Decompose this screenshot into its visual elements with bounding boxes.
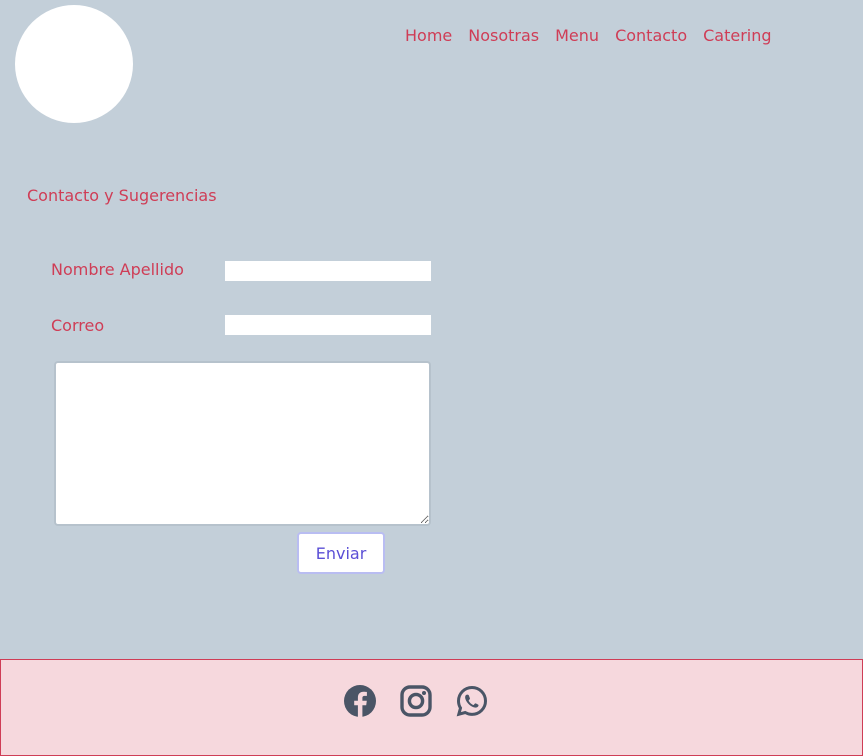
nav-item-home[interactable]: Home xyxy=(405,26,452,46)
message-textarea[interactable] xyxy=(54,361,431,526)
email-label: Correo xyxy=(51,316,105,335)
footer xyxy=(0,659,863,756)
main-nav: Home Nosotras Menu Contacto Catering xyxy=(405,26,772,46)
nav-item-menu[interactable]: Menu xyxy=(555,26,599,46)
nav-item-catering[interactable]: Catering xyxy=(703,26,771,46)
name-input[interactable] xyxy=(225,261,431,281)
nav-item-nosotras[interactable]: Nosotras xyxy=(468,26,539,46)
nav-item-contacto[interactable]: Contacto xyxy=(615,26,687,46)
whatsapp-icon[interactable] xyxy=(455,684,489,718)
submit-button[interactable]: Enviar xyxy=(297,532,385,574)
instagram-icon[interactable] xyxy=(399,684,433,718)
name-label: Nombre Apellido xyxy=(51,260,184,279)
logo xyxy=(15,5,133,123)
page-title: Contacto y Sugerencias xyxy=(27,186,217,205)
email-input[interactable] xyxy=(225,315,431,335)
facebook-icon[interactable] xyxy=(343,684,377,718)
